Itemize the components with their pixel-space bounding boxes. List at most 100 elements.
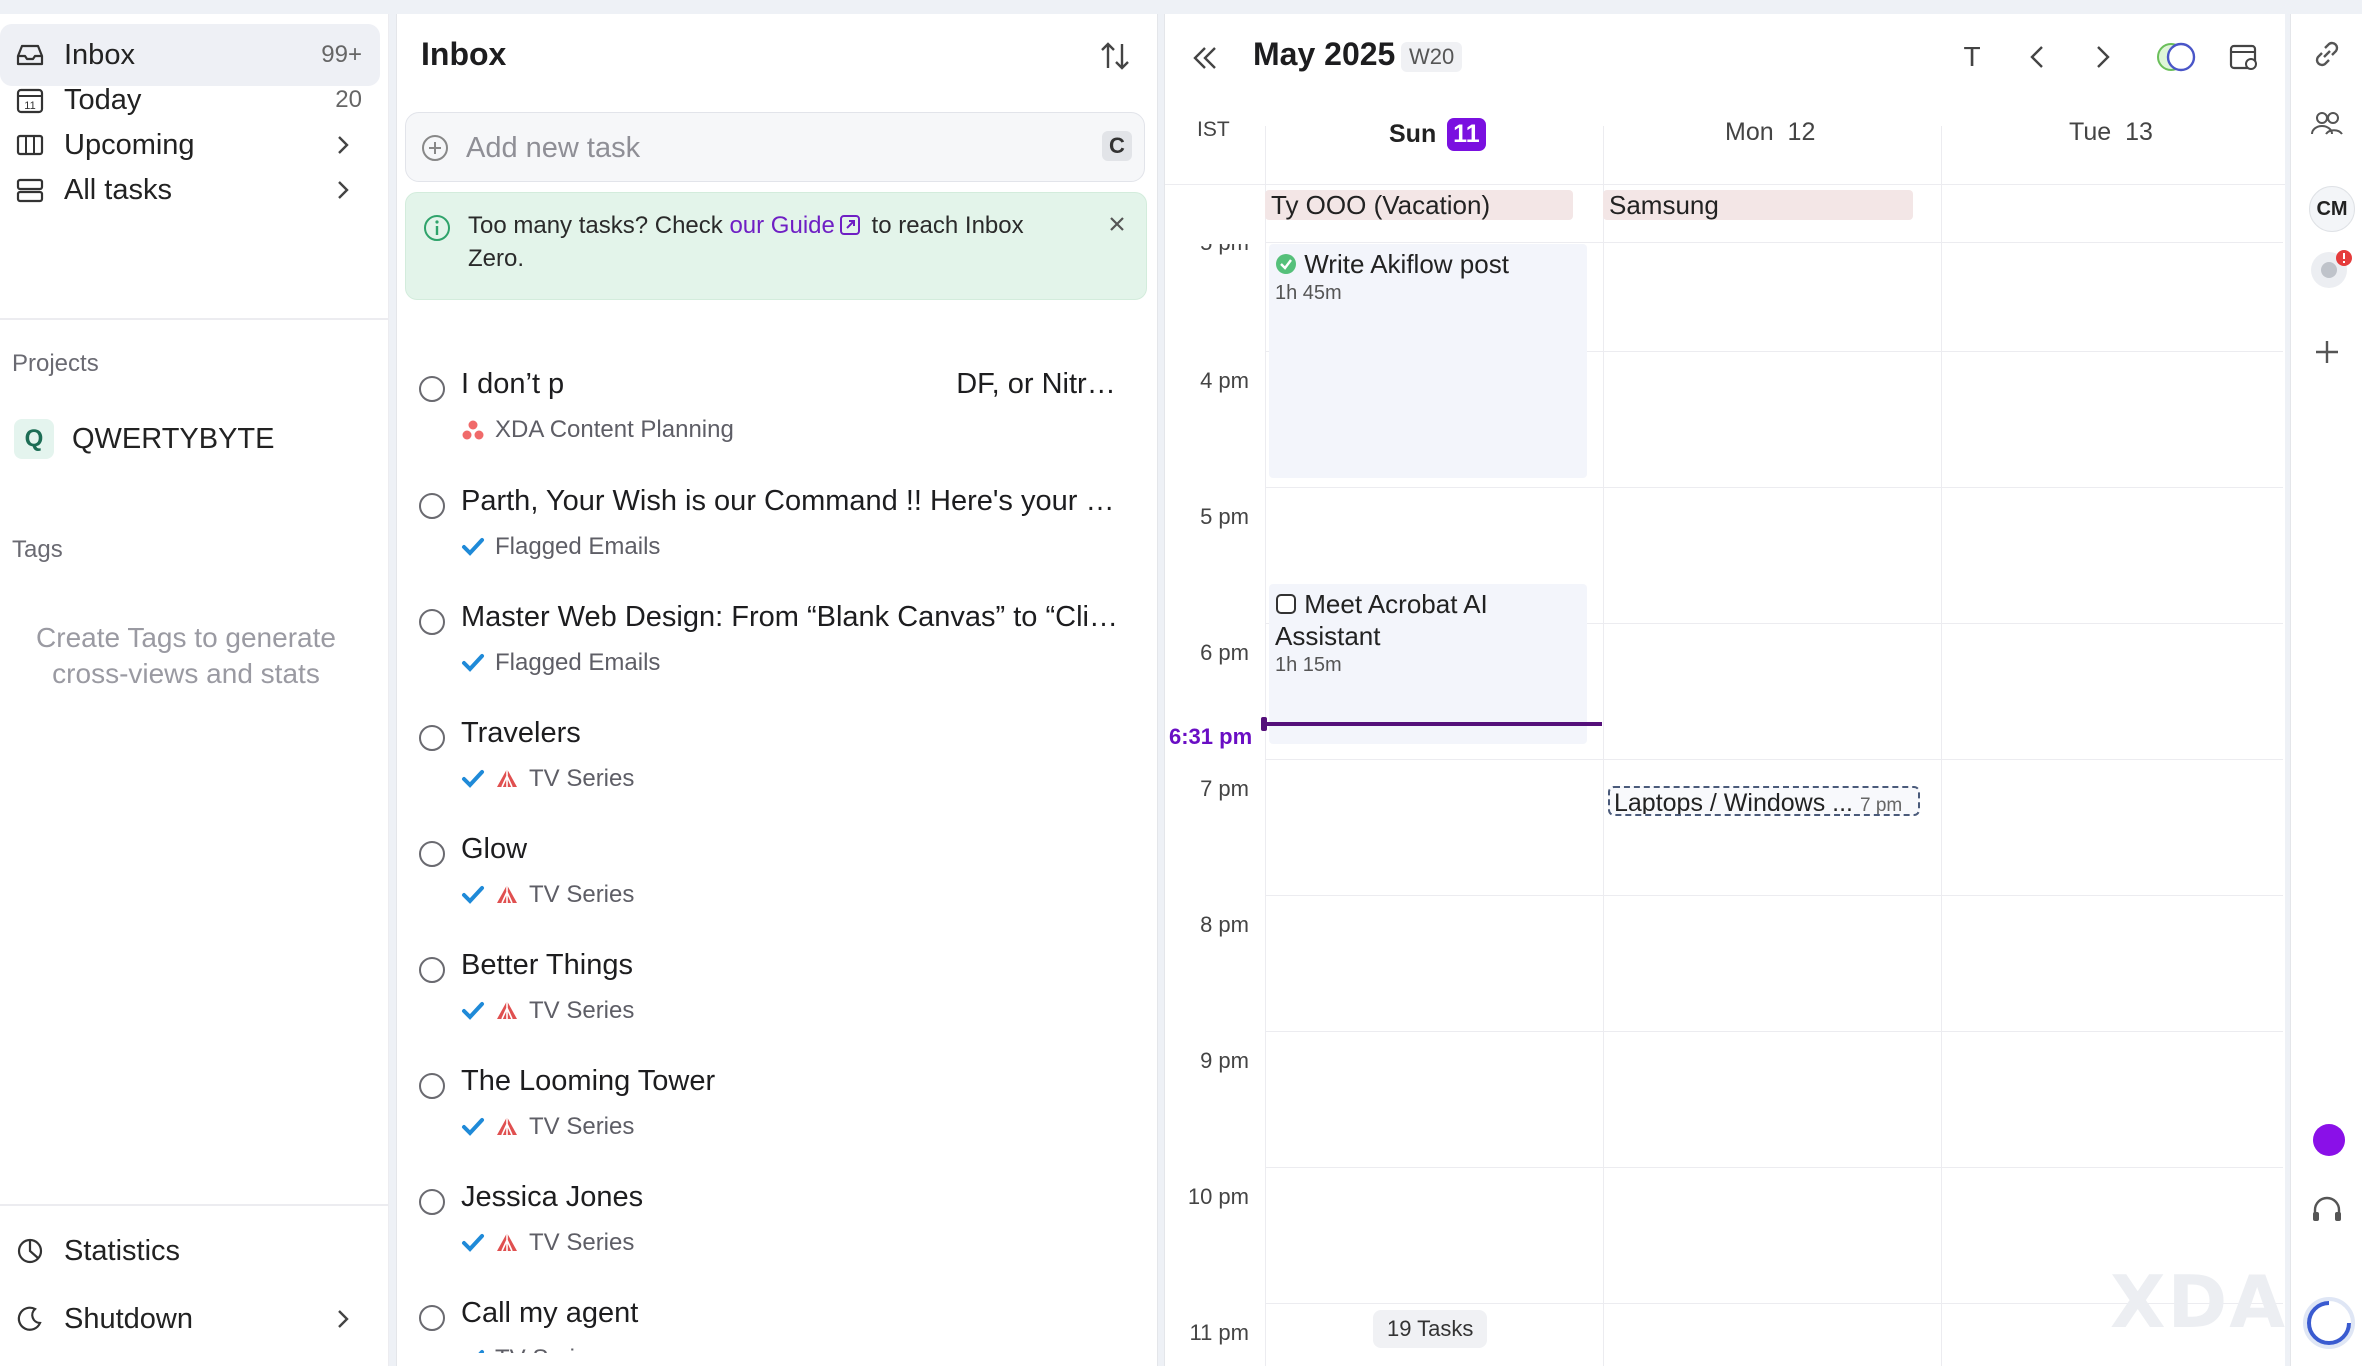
task-row[interactable]: The Looming Tower TV Series xyxy=(415,1061,1135,1171)
task-project: TV Series xyxy=(529,765,635,792)
banner-text-before: Too many tasks? Check xyxy=(468,212,730,239)
event-duration: 1h 45m xyxy=(1275,282,1342,304)
sidebar-item-shutdown[interactable]: Shutdown xyxy=(0,1288,380,1350)
task-meta: XDA Content Planning xyxy=(461,416,734,444)
circus-tent-icon xyxy=(497,1001,517,1020)
circus-tent-icon xyxy=(497,1233,517,1252)
hour-line xyxy=(1265,487,2283,488)
plus-icon[interactable] xyxy=(2309,334,2345,370)
task-checkbox[interactable] xyxy=(419,957,445,983)
task-checkbox[interactable] xyxy=(419,1073,445,1099)
hour-label: 11 pm xyxy=(1189,1320,1249,1345)
list-title: Inbox xyxy=(421,36,507,72)
task-row[interactable]: Master Web Design: From “Blank Canvas” t… xyxy=(415,597,1135,707)
guide-link[interactable]: our Guide xyxy=(729,212,834,239)
calendar-event[interactable]: Write Akiflow post 1h 45m xyxy=(1269,244,1587,478)
inbox-zero-banner: Too many tasks? Check our Guide to reach… xyxy=(405,192,1147,300)
account-avatar[interactable]: CM xyxy=(2309,186,2355,232)
sidebar-item-label: Upcoming xyxy=(64,128,195,161)
task-checkbox[interactable] xyxy=(419,725,445,751)
add-task-field[interactable]: C xyxy=(405,112,1145,182)
close-icon[interactable] xyxy=(1106,213,1128,235)
hour-label: 6 pm xyxy=(1200,640,1249,665)
chevron-left-icon[interactable] xyxy=(2021,40,2055,74)
task-meta: Flagged Emails xyxy=(461,649,660,677)
task-meta: TV Series xyxy=(461,997,634,1025)
checkmark-icon xyxy=(462,886,484,904)
task-title: Master Web Design: From “Blank Canvas” t… xyxy=(461,601,1121,633)
sidebar-divider xyxy=(0,1204,388,1206)
hour-label: 5 pm xyxy=(1171,244,1249,256)
sidebar-item-statistics[interactable]: Statistics xyxy=(0,1220,380,1282)
task-checkbox[interactable] xyxy=(419,493,445,519)
headset-icon[interactable] xyxy=(2309,1192,2345,1228)
task-row[interactable]: Travelers TV Series xyxy=(415,713,1135,823)
tasks-count-pill[interactable]: 19 Tasks xyxy=(1373,1310,1488,1348)
task-project: TV Series xyxy=(495,1345,600,1353)
day-header-mon[interactable]: Mon 12 xyxy=(1725,118,1815,147)
task-row[interactable]: Glow TV Series xyxy=(415,829,1135,939)
status-dot-icon[interactable] xyxy=(2311,1122,2347,1158)
scheduled-task-chip[interactable]: Laptops / Windows ... 7 pm xyxy=(1608,786,1920,816)
task-row[interactable]: Jessica Jones TV Series xyxy=(415,1177,1135,1287)
today-icon-number: 11 xyxy=(24,100,35,112)
task-checkbox[interactable] xyxy=(419,376,445,402)
hour-line xyxy=(1265,895,2283,896)
sidebar-item-all-tasks[interactable]: All tasks xyxy=(0,159,380,221)
day-header-tue[interactable]: Tue 13 xyxy=(2069,118,2153,147)
task-row[interactable]: Better Things TV Series xyxy=(415,945,1135,1055)
calendar-settings-icon[interactable] xyxy=(2227,40,2261,74)
project-badge: Q xyxy=(14,419,54,459)
link-icon[interactable] xyxy=(2309,36,2345,72)
task-list-panel: Inbox C Too many tasks? Check our Guide … xyxy=(396,14,1158,1366)
project-item[interactable]: Q QWERTYBYTE xyxy=(0,408,380,470)
double-chevron-left-icon[interactable] xyxy=(1187,40,1223,76)
checkbox-icon[interactable] xyxy=(1275,593,1297,615)
hour-line xyxy=(1265,1031,2283,1032)
event-title: Write Akiflow post xyxy=(1275,248,1509,280)
calendar-toggle-icon[interactable] xyxy=(2153,40,2201,74)
hour-label: 5 pm xyxy=(1200,504,1249,529)
task-checkbox[interactable] xyxy=(419,609,445,635)
task-checkbox[interactable] xyxy=(419,1189,445,1215)
sidebar-item-label: Today xyxy=(64,83,142,116)
calendar-event[interactable]: Meet Acrobat AI Assistant 1h 15m xyxy=(1269,584,1587,744)
day-number: 12 xyxy=(1787,118,1816,146)
task-row[interactable]: I don’t p DF, or Nitro ... XDA Content Pl… xyxy=(415,364,1135,474)
checkmark-icon xyxy=(462,770,484,788)
allday-divider xyxy=(1265,242,2283,243)
info-icon xyxy=(424,215,450,241)
task-project: TV Series xyxy=(529,1113,635,1140)
today-button[interactable]: T xyxy=(1955,40,1989,74)
sort-icon[interactable] xyxy=(1097,38,1133,74)
week-badge: W20 xyxy=(1401,42,1463,72)
day-name: Tue xyxy=(2069,118,2112,146)
checkmark-icon xyxy=(478,1350,484,1353)
task-checkbox[interactable] xyxy=(419,841,445,867)
allday-event[interactable]: Ty OOO (Vacation) xyxy=(1265,190,1573,220)
chevron-right-icon[interactable] xyxy=(2085,40,2119,74)
header-divider xyxy=(1165,184,2285,185)
event-title-text: Meet Acrobat AI Assistant xyxy=(1275,589,1488,651)
add-task-input[interactable] xyxy=(464,127,1068,169)
assistant-spinner-icon[interactable] xyxy=(2296,1290,2362,1356)
chevron-right-icon xyxy=(338,136,349,154)
moon-icon xyxy=(14,1303,46,1335)
columns-icon xyxy=(14,129,46,161)
task-checkbox[interactable] xyxy=(419,1305,445,1331)
people-icon[interactable] xyxy=(2309,106,2345,142)
avatar-notification-icon[interactable] xyxy=(2307,246,2355,294)
task-row[interactable]: Parth, Your Wish is our Command !! Here'… xyxy=(415,481,1135,591)
allday-event[interactable]: Samsung xyxy=(1603,190,1913,220)
hour-label: 7 pm xyxy=(1200,776,1249,801)
day-name: Sun xyxy=(1389,120,1437,148)
day-header-sun[interactable]: Sun 11 xyxy=(1389,118,1486,151)
task-meta: TV Series xyxy=(461,1345,600,1353)
task-title: Better Things xyxy=(461,949,633,981)
circus-tent-icon xyxy=(497,885,517,904)
inbox-count: 99+ xyxy=(321,41,362,68)
circus-tent-icon xyxy=(497,1117,517,1136)
task-row[interactable]: Call my agent TV Series xyxy=(415,1293,1135,1353)
current-time-line xyxy=(1266,722,1602,726)
task-title: Travelers xyxy=(461,717,581,749)
